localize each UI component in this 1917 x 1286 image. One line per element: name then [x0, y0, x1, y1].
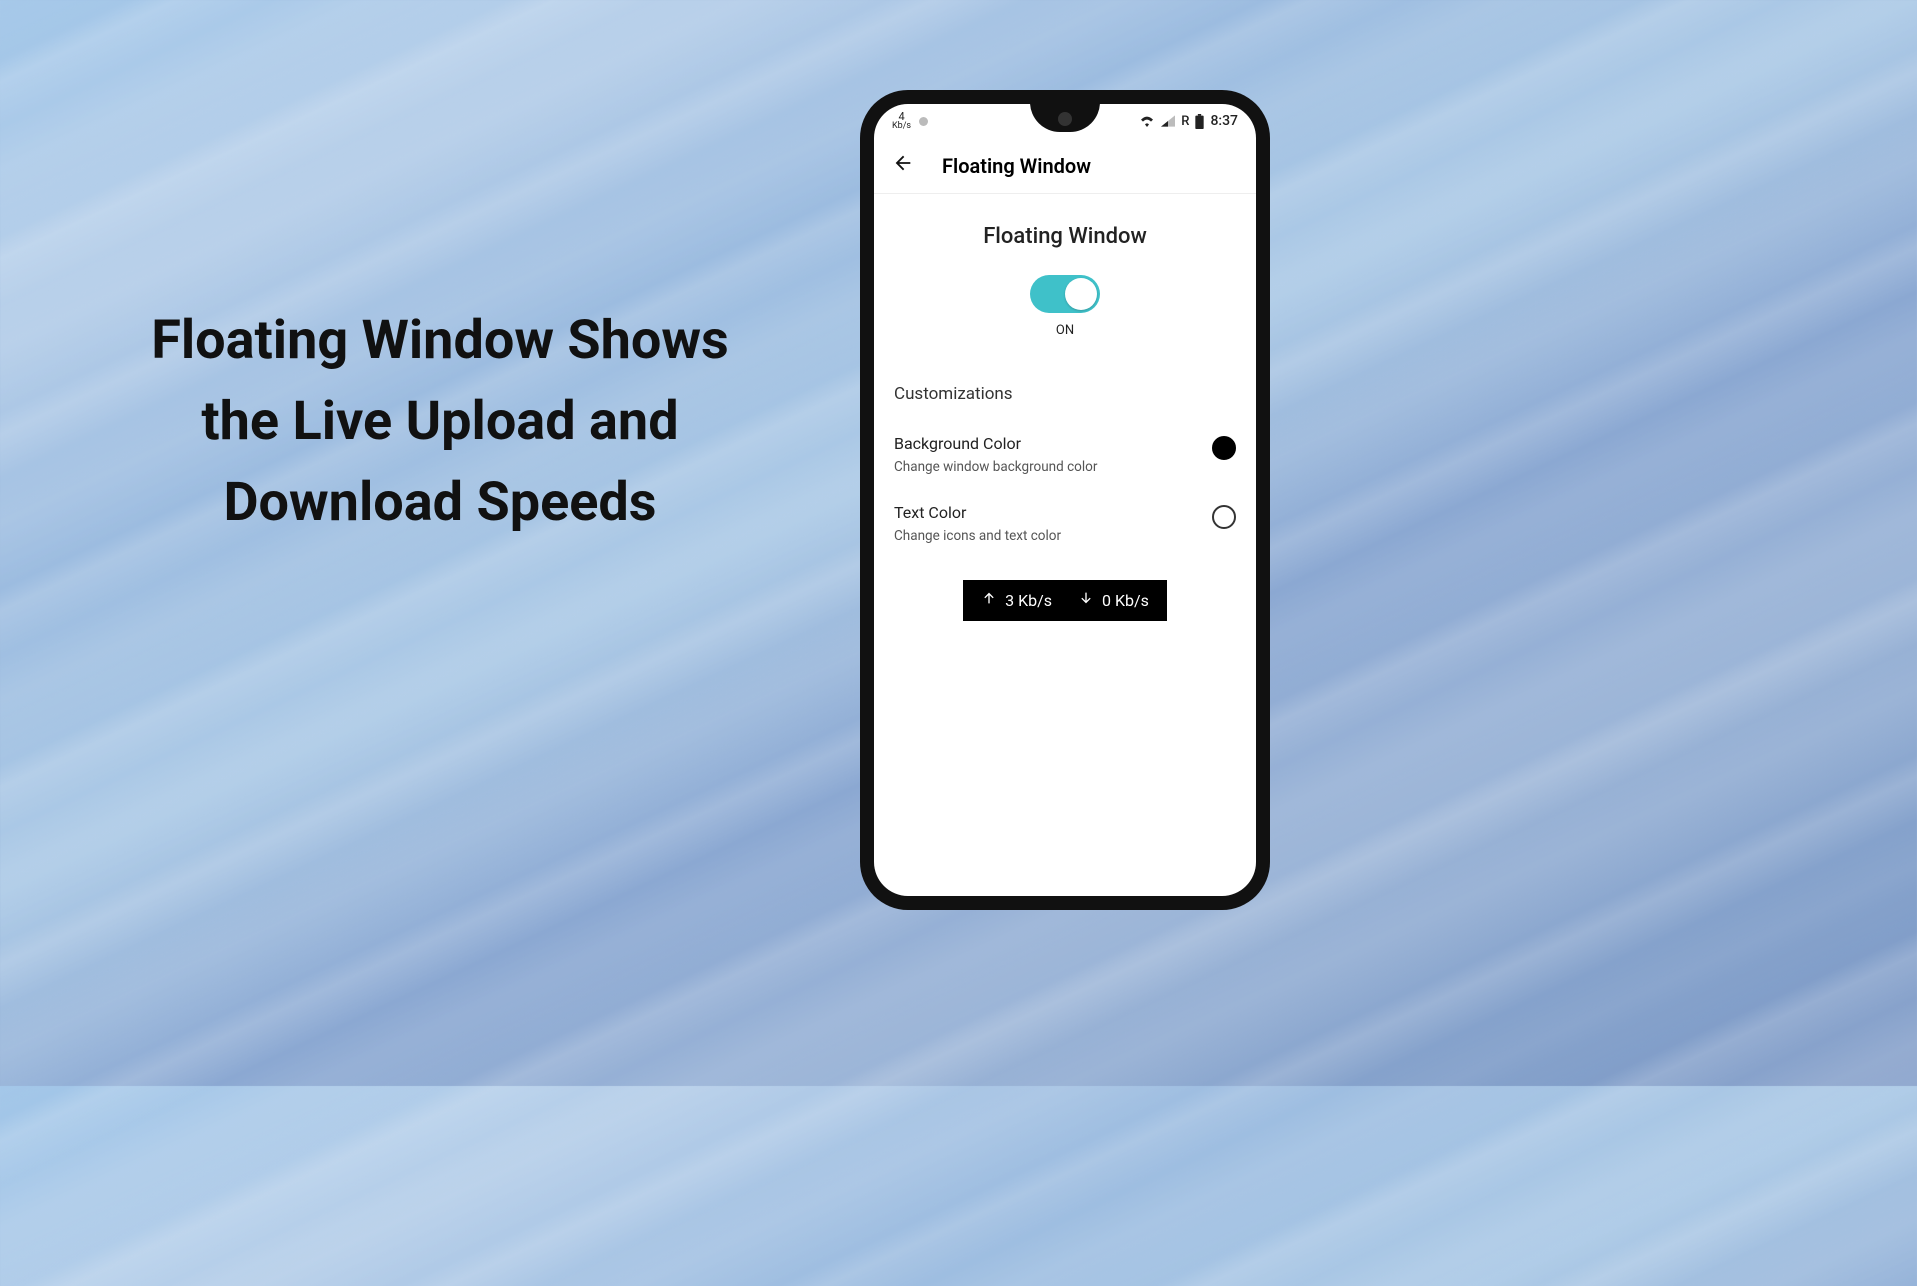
battery-icon	[1195, 114, 1204, 129]
row-description: Change icons and text color	[894, 528, 1061, 544]
roaming-label: R	[1181, 114, 1189, 129]
status-bar-left: 4 Kb/s	[892, 111, 928, 131]
toggle-state-label: ON	[874, 323, 1256, 338]
row-description: Change window background color	[894, 459, 1097, 475]
download-speed-value: 0 Kb/s	[1102, 591, 1149, 610]
row-label: Text Color	[894, 503, 1061, 522]
statusbar-speed-indicator: 4 Kb/s	[892, 111, 911, 131]
background-color-swatch	[1212, 436, 1236, 460]
statusbar-time: 8:37	[1210, 113, 1238, 129]
wifi-icon	[1139, 115, 1155, 127]
statusbar-dot-icon	[919, 117, 928, 126]
background-color-row[interactable]: Background Color Change window backgroun…	[894, 434, 1236, 475]
app-bar: Floating Window	[874, 138, 1256, 194]
customizations-section: Customizations Background Color Change w…	[874, 384, 1256, 621]
upload-speed-value: 3 Kb/s	[1005, 591, 1052, 610]
download-arrow-icon	[1078, 590, 1094, 611]
upload-speed: 3 Kb/s	[981, 590, 1052, 611]
main-content: Floating Window ON Customizations Backgr…	[874, 194, 1256, 621]
statusbar-speed-unit: Kb/s	[892, 121, 911, 131]
upload-arrow-icon	[981, 590, 997, 611]
phone-frame: 4 Kb/s R 8:37 Floating Window Floating W…	[860, 90, 1270, 910]
download-speed: 0 Kb/s	[1078, 590, 1149, 611]
speed-floating-widget[interactable]: 3 Kb/s 0 Kb/s	[963, 580, 1167, 621]
signal-icon	[1161, 115, 1175, 127]
toggle-knob	[1065, 278, 1097, 310]
row-label: Background Color	[894, 434, 1097, 453]
section-title: Floating Window	[874, 224, 1256, 249]
text-color-row[interactable]: Text Color Change icons and text color	[894, 503, 1236, 544]
text-color-swatch	[1212, 505, 1236, 529]
customizations-heading: Customizations	[894, 384, 1236, 404]
phone-screen: 4 Kb/s R 8:37 Floating Window Floating W…	[874, 104, 1256, 896]
back-arrow-icon[interactable]	[892, 152, 914, 180]
promo-headline: Floating Window Shows the Live Upload an…	[130, 300, 750, 543]
appbar-title: Floating Window	[942, 154, 1091, 178]
floating-window-toggle[interactable]	[1030, 275, 1100, 313]
status-bar-right: R 8:37	[1139, 113, 1238, 129]
